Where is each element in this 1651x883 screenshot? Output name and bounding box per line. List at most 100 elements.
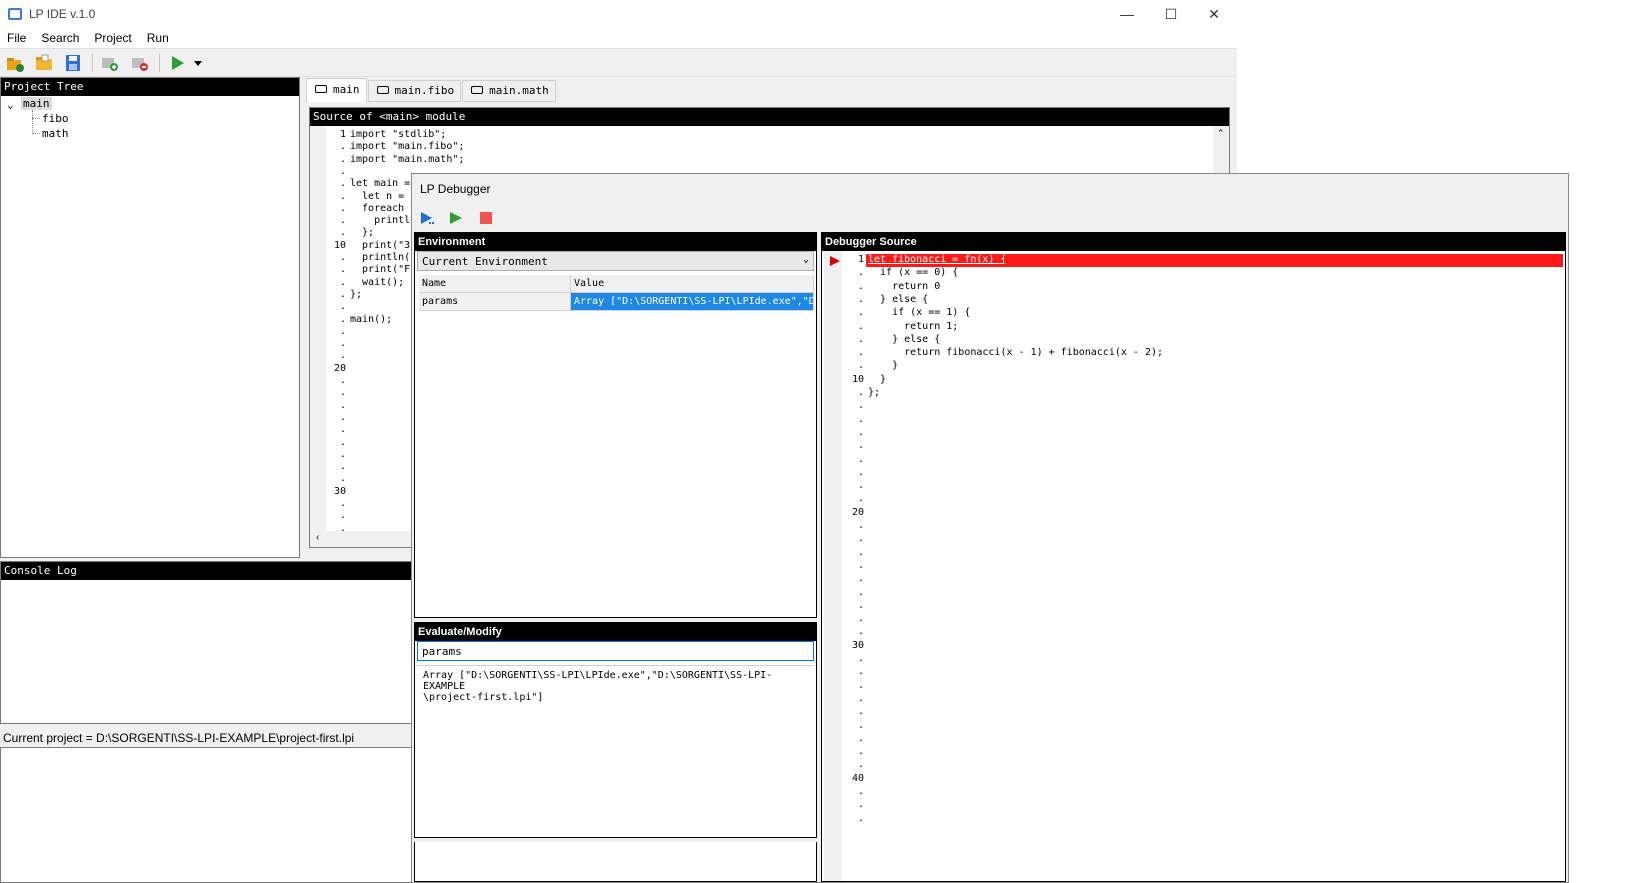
line-number: . <box>339 473 346 485</box>
maximize-button[interactable]: ☐ <box>1148 0 1194 28</box>
open-folder-icon[interactable] <box>34 54 54 72</box>
line-number: . <box>339 411 346 423</box>
line-number: . <box>339 202 346 214</box>
code-line[interactable]: return 1; <box>868 321 958 332</box>
run-icon[interactable] <box>168 54 188 72</box>
code-line[interactable]: let main = <box>350 178 410 189</box>
code-line[interactable]: println <box>350 215 416 226</box>
line-number: 40 <box>851 772 864 784</box>
chevron-down-icon: ⌄ <box>802 254 809 265</box>
editor-tabs: main main.fibo main.math <box>306 78 557 102</box>
run-dropdown-icon[interactable] <box>192 54 204 72</box>
add-module-icon[interactable] <box>100 54 120 72</box>
line-number: . <box>339 325 346 337</box>
line-number: . <box>339 375 346 386</box>
line-number: . <box>857 613 864 625</box>
grid-header-row: Name Value <box>419 275 814 293</box>
line-number: . <box>339 461 346 473</box>
cell-name[interactable]: params <box>419 293 571 311</box>
code-line[interactable]: print("3 <box>350 240 410 251</box>
line-number: . <box>857 706 864 718</box>
code-line[interactable]: return 0 <box>868 281 940 292</box>
tree-node-fibo[interactable]: fibo <box>42 112 69 125</box>
minimize-button[interactable]: — <box>1104 0 1150 28</box>
tab-main-math[interactable]: main.math <box>462 80 556 102</box>
line-number: . <box>339 399 346 411</box>
environment-header: Environment <box>415 233 816 251</box>
code-line[interactable]: main(); <box>350 314 392 325</box>
line-number: . <box>857 812 864 824</box>
line-number: . <box>857 666 864 678</box>
code-line[interactable]: println(" <box>350 252 416 263</box>
line-number: . <box>339 301 346 313</box>
line-number: . <box>857 599 864 611</box>
tab-main[interactable]: main <box>306 78 367 102</box>
continue-icon[interactable] <box>449 211 463 225</box>
line-number: . <box>857 307 864 319</box>
line-number: . <box>857 360 864 372</box>
evaluate-header: Evaluate/Modify <box>415 623 816 641</box>
line-number: . <box>857 293 864 305</box>
code-line[interactable]: return fibonacci(x - 1) + fibonacci(x - … <box>868 347 1163 358</box>
line-number: . <box>857 692 864 704</box>
code-line[interactable]: import "main.fibo"; <box>350 141 464 152</box>
menu-file[interactable]: File <box>4 28 32 48</box>
line-number: . <box>339 350 346 362</box>
console-log-panel: Console Log <box>0 561 412 724</box>
save-icon[interactable] <box>63 54 83 72</box>
code-line[interactable]: let fibonacci = fn(x) { <box>868 254 1006 265</box>
stop-icon[interactable] <box>479 211 493 225</box>
code-line[interactable]: }; <box>868 387 880 398</box>
menu-project[interactable]: Project <box>91 28 137 48</box>
code-line[interactable]: if (x == 1) { <box>868 307 970 318</box>
scroll-left-icon[interactable]: ‹ <box>316 532 319 543</box>
menu-search[interactable]: Search <box>38 28 85 48</box>
column-header-name[interactable]: Name <box>419 275 571 293</box>
code-line[interactable]: if (x == 0) { <box>868 267 958 278</box>
code-line[interactable]: }; <box>350 227 374 238</box>
editor-gutter <box>310 126 326 531</box>
step-icon[interactable] <box>420 211 434 225</box>
code-line[interactable]: } else { <box>868 334 940 345</box>
line-number: . <box>339 338 346 350</box>
tab-main-fibo[interactable]: main.fibo <box>367 80 462 102</box>
close-button[interactable]: ✕ <box>1191 0 1237 28</box>
line-number: . <box>339 178 346 190</box>
code-line[interactable]: }; <box>350 289 362 300</box>
chevron-down-icon[interactable]: ⌄ <box>7 98 14 111</box>
new-project-icon[interactable] <box>5 54 25 72</box>
module-icon <box>315 85 327 93</box>
menu-run[interactable]: Run <box>144 28 175 48</box>
line-number: . <box>339 498 346 509</box>
toolbar-separator <box>92 54 93 72</box>
line-number: 10 <box>851 373 864 385</box>
line-number: . <box>857 679 864 691</box>
code-line[interactable]: } else { <box>868 294 928 305</box>
remove-module-icon[interactable] <box>130 54 150 72</box>
code-line[interactable]: print("Fi <box>350 264 416 275</box>
debugger-source-header: Debugger Source <box>822 233 1565 251</box>
tree-node-main[interactable]: main <box>21 97 52 110</box>
project-tree-panel: Project Tree ⌄ main fibo math <box>0 77 300 558</box>
code-line[interactable]: import "stdlib"; <box>350 129 446 140</box>
evaluate-input[interactable]: params <box>417 641 814 661</box>
line-number: . <box>857 786 864 797</box>
line-number: . <box>857 466 864 478</box>
environment-select[interactable]: Current Environment ⌄ <box>417 251 814 271</box>
column-header-value[interactable]: Value <box>571 275 814 293</box>
code-line[interactable]: foreach v <box>350 203 416 214</box>
code-line[interactable]: } <box>868 360 898 371</box>
line-number: . <box>857 480 864 492</box>
line-number: . <box>857 559 864 571</box>
scroll-up-icon[interactable]: ⌃ <box>1217 128 1225 139</box>
table-row[interactable]: params Array ["D:\SORGENTI\SS-LPI\LPIde.… <box>419 293 814 311</box>
code-line[interactable]: wait(); <box>350 277 404 288</box>
line-number: . <box>857 653 864 664</box>
status-bar: Current project = D:\SORGENTI\SS-LPI-EXA… <box>3 731 355 745</box>
code-line[interactable]: let n = 1 <box>350 191 416 202</box>
code-line[interactable]: import "main.math"; <box>350 154 464 165</box>
line-number: . <box>857 320 864 332</box>
cell-value[interactable]: Array ["D:\SORGENTI\SS-LPI\LPIde.exe","D… <box>571 293 814 311</box>
code-line[interactable]: } <box>868 374 886 385</box>
tree-node-math[interactable]: math <box>42 127 69 140</box>
